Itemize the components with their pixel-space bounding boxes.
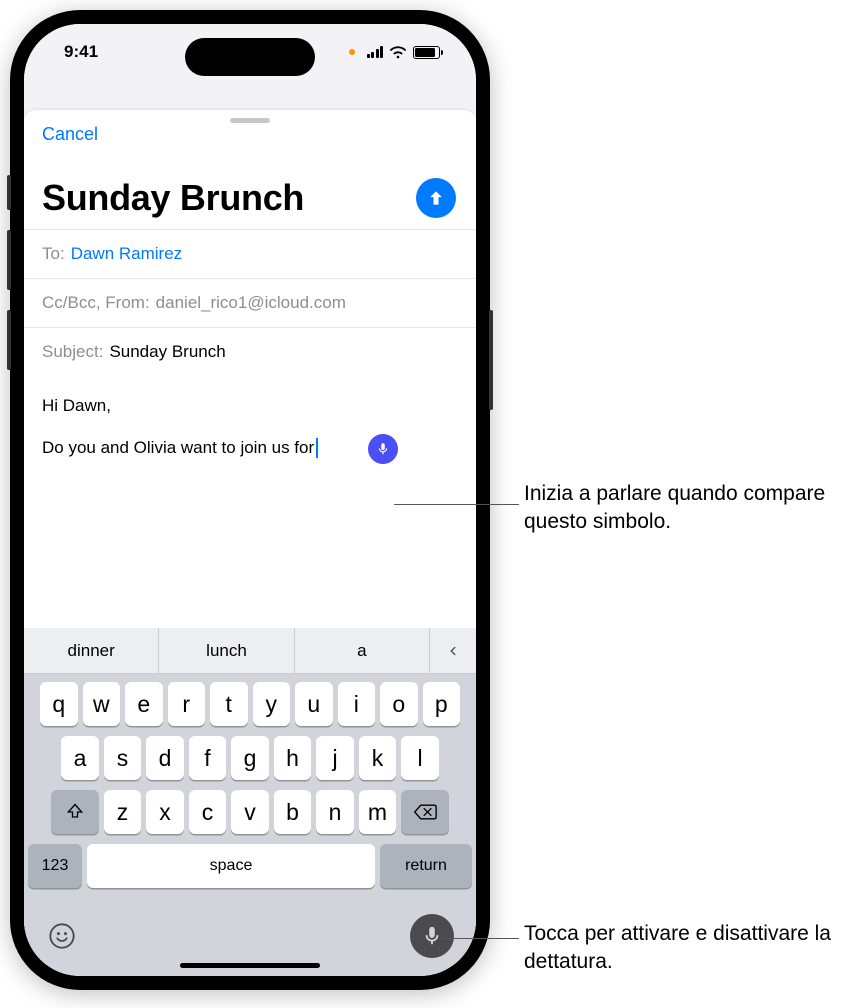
emoji-button[interactable] [46,920,78,952]
cc-label: Cc/Bcc, From: [42,293,150,313]
battery-icon [413,46,440,59]
home-indicator[interactable] [180,963,320,968]
key-q[interactable]: q [40,682,78,726]
cancel-button[interactable]: Cancel [42,124,98,145]
key-z[interactable]: z [104,790,142,834]
key-123[interactable]: 123 [28,844,82,888]
key-o[interactable]: o [380,682,418,726]
key-i[interactable]: i [338,682,376,726]
microphone-icon [421,925,443,947]
key-row-4: 123 space return [28,844,472,888]
callout-line-mic [441,938,519,939]
callout-line-dictation [394,504,519,505]
message-body[interactable]: Hi Dawn, Do you and Olivia want to join … [24,376,476,496]
send-button[interactable] [416,178,456,218]
subject-value: Sunday Brunch [109,342,225,362]
dynamic-island [185,38,315,76]
key-w[interactable]: w [83,682,121,726]
key-r[interactable]: r [168,682,206,726]
key-p[interactable]: p [423,682,461,726]
key-h[interactable]: h [274,736,312,780]
sheet-grabber[interactable] [230,118,270,123]
key-row-3: z x c v b n m [28,790,472,834]
chevron-left-icon [446,644,460,658]
status-time: 9:41 [64,42,98,62]
emoji-icon [48,922,76,950]
subject-field[interactable]: Subject: Sunday Brunch [24,327,476,376]
dictation-indicator [368,434,398,464]
from-value: daniel_rico1@icloud.com [156,293,346,313]
suggestion-collapse[interactable] [430,628,476,673]
cc-bcc-from-field[interactable]: Cc/Bcc, From: daniel_rico1@icloud.com [24,278,476,327]
key-x[interactable]: x [146,790,184,834]
key-u[interactable]: u [295,682,333,726]
key-l[interactable]: l [401,736,439,780]
key-space[interactable]: space [87,844,375,888]
to-label: To: [42,244,65,264]
shift-icon [65,802,85,822]
key-k[interactable]: k [359,736,397,780]
cellular-icon [367,46,384,58]
microphone-icon [376,442,390,456]
key-row-1: q w e r t y u i o p [28,682,472,726]
key-m[interactable]: m [359,790,397,834]
wifi-icon [389,46,407,59]
side-button-power [489,310,493,410]
arrow-up-icon [426,188,446,208]
key-d[interactable]: d [146,736,184,780]
iphone-frame: 9:41 Cancel Sunday Brunch [10,10,490,990]
side-button-mute [7,175,11,210]
suggestion-3[interactable]: a [295,628,430,673]
key-f[interactable]: f [189,736,227,780]
to-field[interactable]: To: Dawn Ramirez [24,229,476,278]
key-b[interactable]: b [274,790,312,834]
key-s[interactable]: s [104,736,142,780]
compose-title: Sunday Brunch [42,177,304,219]
keyboard: dinner lunch a q w e r t [24,628,476,976]
suggestion-2[interactable]: lunch [159,628,294,673]
key-y[interactable]: y [253,682,291,726]
side-button-volume-up [7,230,11,290]
key-row-2: a s d f g h j k l [28,736,472,780]
side-button-volume-down [7,310,11,370]
key-return[interactable]: return [380,844,472,888]
key-c[interactable]: c [189,790,227,834]
key-e[interactable]: e [125,682,163,726]
compose-sheet: Cancel Sunday Brunch To: Dawn Ramirez Cc… [24,110,476,976]
callout-dictation: Inizia a parlare quando compare questo s… [524,480,844,537]
dictation-button[interactable] [410,914,454,958]
backspace-icon [413,803,437,821]
mic-in-use-dot [349,49,355,55]
key-j[interactable]: j [316,736,354,780]
screen: 9:41 Cancel Sunday Brunch [24,24,476,976]
body-line-1: Hi Dawn, [42,394,458,418]
key-shift[interactable] [51,790,99,834]
suggestion-1[interactable]: dinner [24,628,159,673]
key-backspace[interactable] [401,790,449,834]
key-t[interactable]: t [210,682,248,726]
text-cursor [316,438,318,458]
key-v[interactable]: v [231,790,269,834]
subject-label: Subject: [42,342,103,362]
key-a[interactable]: a [61,736,99,780]
to-recipient[interactable]: Dawn Ramirez [71,244,182,264]
suggestion-bar: dinner lunch a [24,628,476,674]
key-g[interactable]: g [231,736,269,780]
body-line-2: Do you and Olivia want to join us for [42,438,314,457]
key-n[interactable]: n [316,790,354,834]
callout-mic: Tocca per attivare e disattivare la dett… [524,920,834,977]
